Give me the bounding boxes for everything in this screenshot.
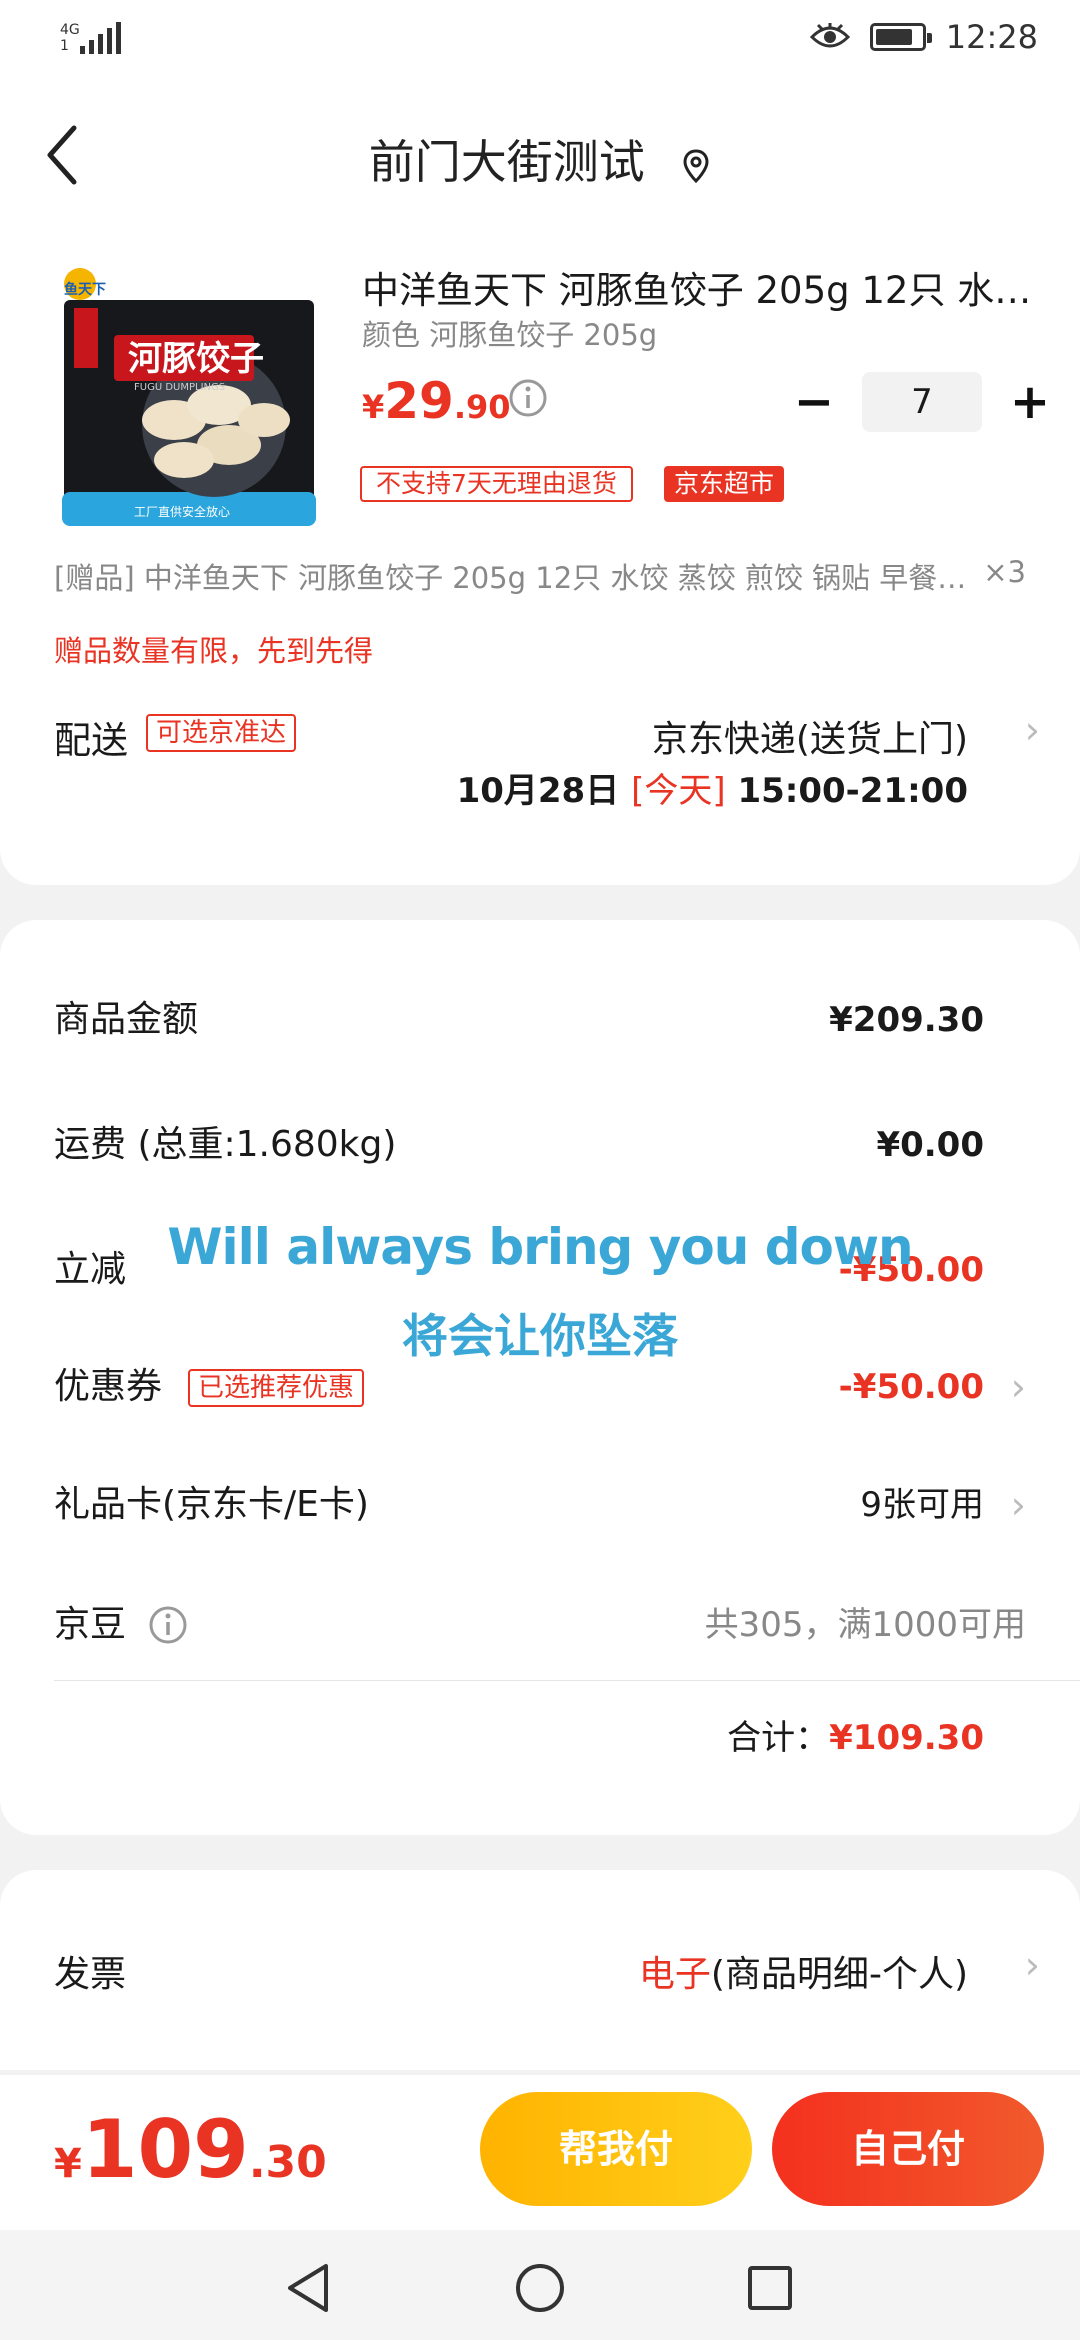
order-summary-card: 商品金额 ¥209.30 运费 (总重:1.680kg) ¥0.00 立减 -¥… [0, 920, 1080, 1835]
help-me-pay-button[interactable]: 帮我付 [480, 2092, 752, 2206]
product-image-footer: 工厂直供安全放心 [134, 504, 230, 519]
nav-back-icon[interactable] [282, 2260, 338, 2316]
status-bar: 4G 1 12:28 [0, 0, 1080, 80]
gift-item: [赠品] 中洋鱼天下 河豚鱼饺子 205g 12只 水饺 蒸饺 煎饺 锅贴 早餐… [54, 555, 1026, 597]
product-spec: 颜色 河豚鱼饺子 205g [362, 318, 658, 352]
gift-text: [赠品] 中洋鱼天下 河豚鱼饺子 205g 12只 水饺 蒸饺 煎饺 锅贴 早餐… [54, 561, 974, 595]
product-image-sub: FUGU DUMPLINGS [134, 382, 225, 393]
pay-decimal: .30 [248, 2137, 327, 2188]
invoice-detail: (商品明细-个人) [710, 1954, 968, 1995]
gift-card-row[interactable]: 礼品卡(京东卡/E卡) 9张可用 › [54, 1475, 1026, 1535]
pay-integer: 109 [81, 2103, 249, 2196]
product-title[interactable]: 中洋鱼天下 河豚鱼饺子 205g 12只 水饺 蒸饺 煎饺 锅贴 早餐 [362, 260, 1032, 314]
watermark-line-1: Will always bring you down [167, 1218, 913, 1276]
system-nav-bar [0, 2230, 1080, 2340]
jingdou-label: 京豆 [54, 1604, 127, 1645]
jingdou-row: 京豆 共305，满1000可用 [54, 1595, 1026, 1655]
sim-slot: 1 [60, 38, 69, 54]
clock: 12:28 [945, 18, 1038, 56]
price-decimal: .90 [453, 388, 511, 426]
product-card: 河豚饺子 FUGU DUMPLINGS 工厂直供安全放心 鱼天下 中洋鱼天下 河… [0, 230, 1080, 885]
invoice-label: 发票 [54, 1954, 127, 1995]
coupon-label: 优惠券 [54, 1366, 163, 1407]
increase-quantity-button[interactable]: + [996, 372, 1064, 432]
coupon-tag: 已选推荐优惠 [188, 1369, 365, 1407]
delivery-option-tag: 可选京准达 [146, 714, 297, 752]
watermark-line-2: 将会让你坠落 [402, 1309, 678, 1363]
goods-amount-row: 商品金额 ¥209.30 [54, 990, 1026, 1050]
invoice-value: 电子(商品明细-个人) [639, 1945, 968, 1997]
invoice-card[interactable]: 发票 电子(商品明细-个人) › [0, 1870, 1080, 2070]
quantity-stepper: − 7 + [780, 372, 1064, 432]
quantity-input[interactable]: 7 [862, 372, 982, 432]
total-label: 合计： [727, 1718, 830, 1758]
goods-amount-label: 商品金额 [54, 999, 199, 1040]
gift-card-value: 9张可用 [860, 1485, 984, 1525]
pay-myself-button[interactable]: 自己付 [772, 2092, 1044, 2206]
freight-row: 运费 (总重:1.680kg) ¥0.00 [54, 1115, 1026, 1175]
jingdou-info-icon[interactable] [148, 1605, 188, 1645]
freight-label: 运费 (总重:1.680kg) [54, 1124, 397, 1165]
page-title[interactable]: 前门大街测试 [0, 126, 1080, 192]
battery-icon [869, 23, 932, 51]
location-pin-icon [683, 148, 709, 183]
network-indicator: 4G 1 [60, 22, 80, 54]
eye-comfort-icon [809, 23, 850, 48]
product-price: ¥29.90 [362, 372, 511, 430]
price-currency: ¥ [362, 388, 385, 426]
delivery-label: 配送 [54, 719, 128, 762]
price-integer: 29 [384, 372, 454, 430]
network-type: 4G [60, 22, 80, 38]
store-tag: 京东超市 [664, 466, 785, 502]
gift-notice: 赠品数量有限，先到先得 [54, 634, 374, 668]
gift-card-chevron-icon[interactable]: › [1011, 1475, 1026, 1535]
freight-value: ¥0.00 [876, 1125, 984, 1165]
price-info-icon[interactable] [508, 378, 548, 418]
coupon-value: -¥50.00 [838, 1367, 984, 1407]
return-policy-tag: 不支持7天无理由退货 [360, 466, 633, 502]
pay-currency: ¥ [54, 2141, 82, 2187]
nav-home-icon[interactable] [512, 2260, 568, 2316]
address-title: 前门大街测试 [368, 135, 645, 189]
delivery-time-range: 15:00-21:00 [737, 771, 968, 811]
gift-card-label: 礼品卡(京东卡/E卡) [54, 1484, 369, 1525]
summary-divider [54, 1680, 1080, 1681]
delivery-date: 10月28日 [456, 771, 620, 811]
delivery-chevron-icon[interactable]: › [1025, 708, 1040, 752]
summary-total: 合计：¥109.30 [727, 1710, 984, 1759]
product-image[interactable]: 河豚饺子 FUGU DUMPLINGS 工厂直供安全放心 鱼天下 [54, 260, 324, 530]
goods-amount-value: ¥209.30 [829, 1000, 984, 1040]
coupon-chevron-icon[interactable]: › [1011, 1357, 1026, 1417]
invoice-chevron-icon[interactable]: › [1025, 1943, 1040, 1987]
nav-recents-icon[interactable] [742, 2260, 798, 2316]
jingdou-value: 共305，满1000可用 [704, 1605, 1026, 1645]
delivery-today: [今天] [631, 771, 726, 811]
product-image-name: 河豚饺子 [128, 339, 264, 379]
invoice-type: 电子 [638, 1954, 711, 1995]
decrease-quantity-button[interactable]: − [780, 372, 848, 432]
payment-bar: ¥109.30 帮我付 自己付 [0, 2075, 1080, 2230]
total-value: ¥109.30 [829, 1718, 984, 1758]
product-image-brand: 鱼天下 [64, 281, 106, 298]
gift-count: ×3 [983, 555, 1026, 589]
pay-total: ¥109.30 [54, 2103, 327, 2196]
header: 前门大街测试 [0, 80, 1080, 230]
delivery-time[interactable]: 10月28日 [今天] 15:00-21:00 [457, 763, 968, 812]
coupon-row[interactable]: 优惠券 已选推荐优惠 -¥50.00 › [54, 1357, 1026, 1417]
signal-icon [80, 22, 121, 54]
delivery-method[interactable]: 京东快递(送货上门) [652, 710, 968, 762]
